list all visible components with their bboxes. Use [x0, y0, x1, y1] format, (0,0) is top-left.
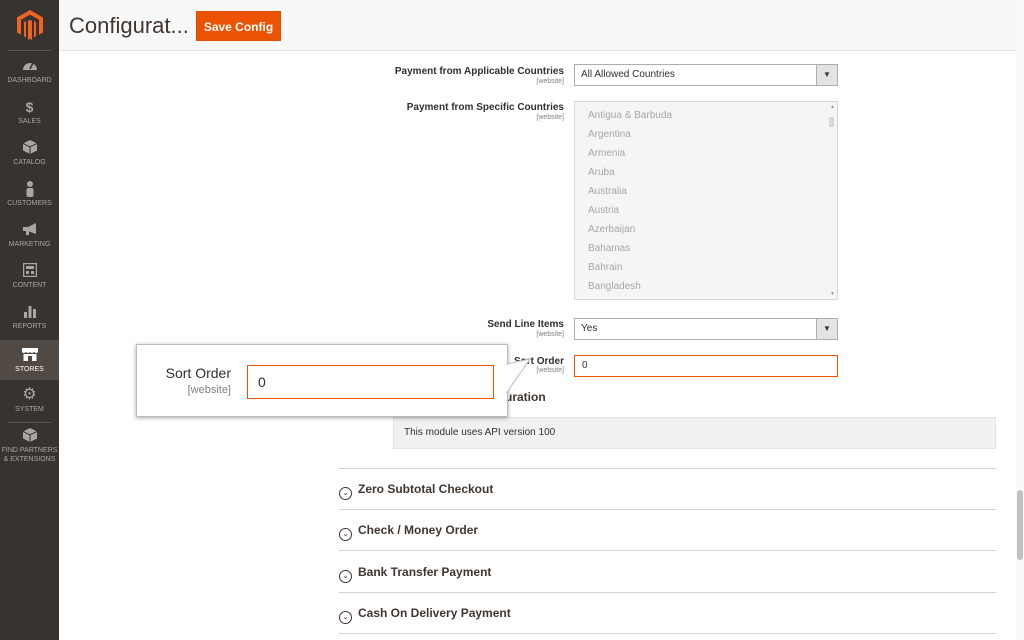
accordion-bank-transfer-payment[interactable]: ⌄ Bank Transfer Payment	[339, 565, 491, 583]
country-option[interactable]: Austria	[575, 201, 837, 220]
page-scroll-thumb[interactable]	[1017, 490, 1023, 560]
sidebar-item-catalog[interactable]: CATALOG	[0, 140, 59, 176]
multiselect-scroll-thumb[interactable]	[829, 117, 834, 127]
bar-chart-icon	[0, 304, 59, 320]
callout-scope: [website]	[187, 384, 231, 396]
dashboard-icon	[0, 58, 59, 74]
country-option[interactable]: Bahamas	[575, 239, 837, 258]
chevron-down-icon: ▼	[816, 65, 837, 85]
sidebar-item-find-partners[interactable]: FIND PARTNERS & EXTENSIONS	[0, 428, 59, 468]
accordion-check-money-order[interactable]: ⌄ Check / Money Order	[339, 523, 478, 541]
sidebar-item-label: SALES	[18, 118, 41, 125]
sidebar-item-customers[interactable]: CUSTOMERS	[0, 181, 59, 217]
divider	[339, 550, 996, 551]
chevron-down-icon: ⌄	[339, 570, 352, 583]
specific-countries-multiselect[interactable]: Antigua & Barbuda Argentina Armenia Arub…	[574, 101, 838, 300]
applicable-countries-label: Payment from Applicable Countries	[394, 66, 564, 77]
sidebar-item-label: MARKETING	[8, 241, 51, 248]
scroll-down-icon[interactable]: ▼	[830, 291, 835, 297]
magento-logo[interactable]	[17, 10, 43, 40]
chevron-down-icon: ⌄	[339, 611, 352, 624]
send-line-items-scope: [website]	[536, 331, 564, 338]
divider	[339, 633, 996, 634]
dollar-icon: $	[25, 99, 34, 115]
sidebar-item-system[interactable]: ⚙ SYSTEM	[0, 387, 59, 423]
sidebar-item-label: CATALOG	[13, 159, 46, 166]
sidebar-item-label: SYSTEM	[15, 406, 44, 413]
applicable-countries-select[interactable]: All Allowed Countries ▼	[574, 64, 838, 86]
country-option[interactable]: Australia	[575, 182, 837, 201]
scroll-up-icon[interactable]: ▲	[830, 104, 835, 110]
sidebar-item-label: REPORTS	[12, 323, 47, 330]
page-header: Configurat... Save Config	[59, 0, 1024, 51]
country-option[interactable]: Bangladesh	[575, 277, 837, 296]
chevron-down-icon: ⌄	[339, 487, 352, 500]
page-scrollbar[interactable]	[1016, 0, 1024, 640]
sidebar-item-label: FIND PARTNERS	[1, 447, 58, 454]
person-icon	[0, 181, 59, 197]
multiselect-scrollbar[interactable]: ▲ ▼	[829, 103, 836, 298]
divider	[339, 592, 996, 593]
applicable-countries-value: All Allowed Countries	[581, 69, 675, 80]
send-line-items-select[interactable]: Yes ▼	[574, 318, 838, 340]
callout-label: Sort Order	[165, 365, 231, 381]
divider	[339, 468, 996, 469]
specific-countries-label: Payment from Specific Countries	[406, 102, 564, 113]
sidebar-divider	[8, 50, 51, 51]
country-option[interactable]: Argentina	[575, 125, 837, 144]
send-line-items-value: Yes	[581, 323, 598, 334]
sidebar-item-dashboard[interactable]: DASHBOARD	[0, 58, 59, 94]
specific-countries-scope: [website]	[536, 114, 564, 121]
sidebar-item-content[interactable]: CONTENT	[0, 262, 59, 299]
save-config-button[interactable]: Save Config	[196, 11, 281, 41]
chevron-down-icon: ⌄	[339, 528, 352, 541]
sidebar-item-label: CUSTOMERS	[7, 200, 52, 207]
accordion-zero-subtotal-checkout[interactable]: ⌄ Zero Subtotal Checkout	[339, 482, 493, 500]
layout-icon	[0, 262, 59, 279]
sidebar-item-label: DASHBOARD	[7, 77, 52, 84]
sort-order-input[interactable]: 0	[574, 355, 838, 377]
accordion-label: Zero Subtotal Checkout	[358, 482, 494, 496]
accordion-cash-on-delivery-payment[interactable]: ⌄ Cash On Delivery Payment	[339, 606, 511, 624]
sidebar-item-stores[interactable]: STORES	[0, 340, 59, 380]
callout-sort-order-input[interactable]: 0	[247, 365, 494, 399]
api-version-note: This module uses API version 100	[393, 417, 996, 449]
zoom-callout: Sort Order [website] 0	[136, 344, 508, 417]
cube-icon	[0, 428, 59, 444]
country-option[interactable]: Bahrain	[575, 258, 837, 277]
box-icon	[0, 140, 59, 156]
country-option[interactable]: Antigua & Barbuda	[575, 106, 837, 125]
accordion-label: Bank Transfer Payment	[358, 565, 492, 579]
country-option[interactable]: Armenia	[575, 144, 837, 163]
sidebar-item-sales[interactable]: $ SALES	[0, 99, 59, 135]
country-option[interactable]: Aruba	[575, 163, 837, 182]
page-title: Configurat...	[69, 13, 189, 38]
send-line-items-label: Send Line Items	[487, 319, 564, 330]
sidebar-divider	[8, 422, 51, 423]
sidebar-item-label: STORES	[15, 366, 44, 373]
callout-pointer	[506, 358, 532, 394]
accordion-label: Cash On Delivery Payment	[358, 606, 511, 620]
sidebar-item-marketing[interactable]: MARKETING	[0, 222, 59, 258]
applicable-countries-scope: [website]	[536, 78, 564, 85]
admin-sidebar: DASHBOARD $ SALES CATALOG CUSTOMERS MARK…	[0, 0, 59, 640]
chevron-down-icon: ▼	[816, 319, 837, 339]
accordion-label: Check / Money Order	[358, 523, 479, 537]
sidebar-item-reports[interactable]: REPORTS	[0, 304, 59, 340]
country-option[interactable]: Azerbaijan	[575, 220, 837, 239]
divider	[339, 509, 996, 510]
megaphone-icon	[0, 222, 59, 238]
store-icon	[0, 347, 59, 363]
gear-icon: ⚙	[22, 386, 37, 403]
sidebar-item-label: & EXTENSIONS	[3, 456, 56, 463]
sidebar-item-label: CONTENT	[12, 282, 47, 289]
